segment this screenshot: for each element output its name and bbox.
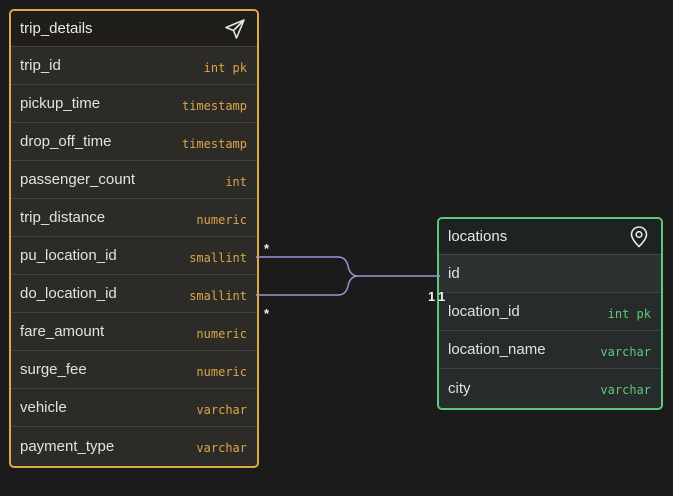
table-title: trip_details [20,20,93,37]
column-row-passenger-count[interactable]: passenger_count int [11,161,257,199]
cardinality-one-do: 1 [438,289,446,304]
column-name: vehicle [20,399,67,416]
column-type: int pk [203,61,247,75]
column-type: smallint [189,251,247,265]
column-row-pu-location-id[interactable]: pu_location_id smallint [11,237,257,275]
column-name: payment_type [20,437,115,455]
column-row-pickup-time[interactable]: pickup_time timestamp [11,85,257,123]
table-title: locations [448,228,508,245]
send-icon [225,19,245,39]
column-type: int pk [607,307,651,321]
column-row-location-name[interactable]: location_name varchar [439,331,661,369]
column-name: fare_amount [20,323,105,340]
column-row-vehicle[interactable]: vehicle varchar [11,389,257,427]
column-row-trip-distance[interactable]: trip_distance numeric [11,199,257,237]
cardinality-many-pu: * [264,241,270,256]
cardinality-one-pu: 1 [428,289,436,304]
column-type: smallint [189,289,247,303]
column-row-id[interactable]: id [439,255,661,293]
column-name: pickup_time [20,95,101,112]
table-header[interactable]: locations [439,219,661,255]
diagram-canvas: trip_details trip_id int pk pickup_time … [0,0,673,496]
cardinality-many-do: * [264,306,270,321]
table-locations[interactable]: locations id location_id int pk location… [437,217,663,410]
column-name: trip_id [20,57,61,74]
column-name: passenger_count [20,171,136,188]
column-name: surge_fee [20,361,87,378]
relationship-line-pu-location[interactable] [256,256,440,277]
column-row-fare-amount[interactable]: fare_amount numeric [11,313,257,351]
column-row-surge-fee[interactable]: surge_fee numeric [11,351,257,389]
column-name: location_name [448,341,546,358]
table-header[interactable]: trip_details [11,11,257,47]
column-name: id [448,265,460,282]
column-row-location-id[interactable]: location_id int pk [439,293,661,331]
column-name: pu_location_id [20,247,117,264]
column-row-do-location-id[interactable]: do_location_id smallint [11,275,257,313]
column-row-payment-type[interactable]: payment_type varchar [11,427,257,465]
column-name: drop_off_time [20,133,112,150]
column-name: location_id [448,303,520,320]
column-row-city[interactable]: city varchar [439,369,661,407]
column-type: varchar [196,403,247,417]
column-name: city [448,379,471,397]
column-type: int [225,175,247,189]
column-name: trip_distance [20,209,106,226]
column-type: varchar [600,345,651,359]
column-row-drop-off-time[interactable]: drop_off_time timestamp [11,123,257,161]
column-type: numeric [196,365,247,379]
column-name: do_location_id [20,285,117,302]
column-row-trip-id[interactable]: trip_id int pk [11,47,257,85]
map-pin-icon [630,226,648,248]
column-type: numeric [196,213,247,227]
column-type: varchar [600,383,651,397]
column-type: timestamp [181,137,247,151]
relationship-line-do-location[interactable] [256,275,359,296]
column-type: varchar [196,441,247,455]
column-type: numeric [196,327,247,341]
table-trip-details[interactable]: trip_details trip_id int pk pickup_time … [9,9,259,468]
column-type: timestamp [181,99,247,113]
